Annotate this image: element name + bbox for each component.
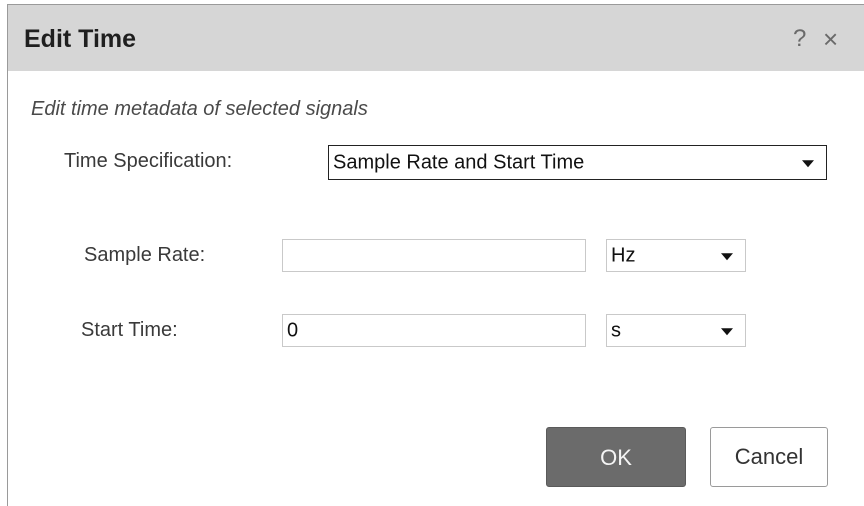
edit-time-dialog: Edit Time ? × Edit time metadata of sele… (7, 4, 864, 506)
time-specification-value: Sample Rate and Start Time (333, 151, 585, 173)
start-time-label: Start Time: (81, 319, 178, 341)
start-time-input[interactable]: 0 (282, 314, 586, 347)
start-time-unit-dropdown[interactable]: s (606, 314, 746, 347)
start-time-unit-value: s (611, 319, 621, 341)
sample-rate-unit-dropdown[interactable]: Hz (606, 239, 746, 272)
chevron-down-icon (802, 159, 814, 167)
start-time-value: 0 (287, 319, 299, 341)
chevron-down-icon (721, 327, 733, 335)
chevron-down-icon (721, 252, 733, 260)
cancel-button[interactable]: Cancel (710, 427, 828, 487)
dialog-title: Edit Time (24, 25, 137, 53)
help-icon[interactable]: ? (793, 25, 806, 53)
time-specification-dropdown[interactable]: Sample Rate and Start Time (328, 145, 827, 180)
sample-rate-label: Sample Rate: (84, 244, 206, 266)
ok-button[interactable]: OK (546, 427, 686, 487)
sample-rate-unit-value: Hz (611, 244, 636, 266)
time-specification-label: Time Specification: (64, 150, 233, 172)
dialog-subtitle: Edit time metadata of selected signals (31, 98, 368, 120)
dialog-titlebar: Edit Time ? × (8, 5, 864, 71)
close-icon[interactable]: × (823, 24, 838, 55)
sample-rate-input[interactable] (282, 239, 586, 272)
